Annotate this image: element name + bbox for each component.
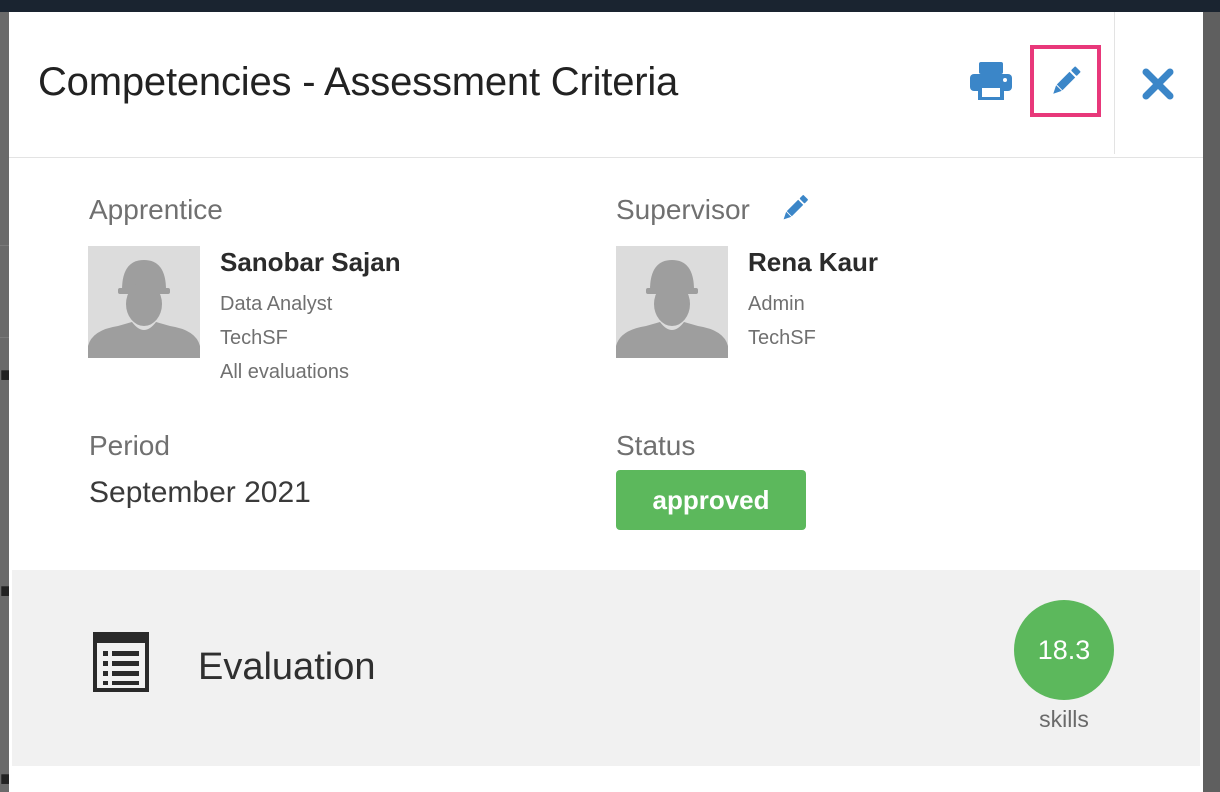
close-button[interactable] — [1134, 62, 1182, 106]
apprentice-label: Apprentice — [89, 194, 223, 225]
status-label: Status — [616, 430, 696, 461]
supervisor-label: Supervisor — [616, 194, 750, 225]
background-fragment: ■ — [0, 770, 9, 788]
period-label: Period — [89, 430, 170, 461]
pencil-icon — [783, 195, 808, 220]
pencil-icon — [1052, 66, 1080, 94]
edit-button[interactable] — [1030, 45, 1101, 117]
background-divider — [0, 337, 9, 338]
background-fragment: ■ — [0, 582, 9, 600]
period-value: September 2021 — [89, 476, 311, 509]
print-icon — [970, 62, 1012, 100]
evaluation-panel[interactable]: Evaluation 18.3 skills — [12, 570, 1200, 766]
all-evaluations-link[interactable]: All evaluations — [220, 361, 349, 384]
close-icon — [1142, 68, 1174, 100]
apprentice-avatar — [88, 246, 200, 358]
supervisor-role: Admin — [748, 293, 805, 315]
evaluation-title: Evaluation — [198, 646, 376, 688]
assessment-modal: Competencies - Assessment Criteria Appre… — [9, 12, 1203, 792]
background-page-edge: ■ ■ ■ — [0, 12, 9, 792]
background-divider — [0, 245, 9, 246]
avatar-placeholder-icon — [616, 260, 728, 358]
list-icon — [93, 632, 149, 692]
apprentice-company: TechSF — [220, 327, 288, 349]
supervisor-avatar — [616, 246, 728, 358]
supervisor-name: Rena Kaur — [748, 247, 879, 277]
print-button[interactable] — [967, 58, 1015, 104]
avatar-placeholder-icon — [88, 260, 200, 358]
header-divider — [1114, 12, 1115, 154]
apprentice-name: Sanobar Sajan — [220, 247, 401, 277]
supervisor-company: TechSF — [748, 327, 816, 349]
status-badge: approved — [616, 470, 806, 530]
modal-header: Competencies - Assessment Criteria — [9, 12, 1203, 158]
skills-score-badge: 18.3 — [1014, 600, 1114, 700]
skills-label: skills — [1039, 706, 1089, 732]
modal-title: Competencies - Assessment Criteria — [38, 60, 679, 104]
background-topbar — [0, 0, 1220, 12]
background-fragment: ■ — [0, 366, 9, 384]
edit-supervisor-button[interactable] — [775, 188, 815, 228]
apprentice-role: Data Analyst — [220, 293, 333, 315]
